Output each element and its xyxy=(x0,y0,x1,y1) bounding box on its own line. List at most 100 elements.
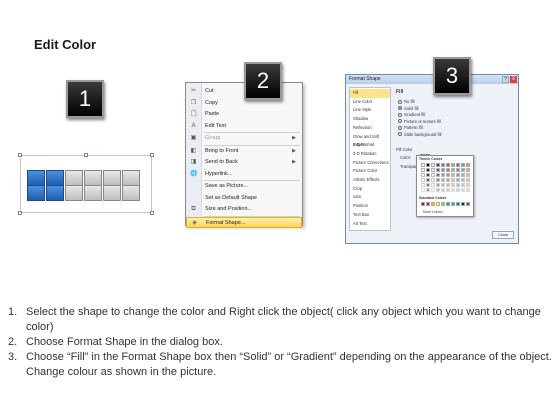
puzzle-piece[interactable] xyxy=(46,170,64,186)
theme-color-swatch[interactable] xyxy=(421,168,425,172)
theme-color-swatch[interactable] xyxy=(441,173,445,177)
theme-color-swatch[interactable] xyxy=(446,168,450,172)
category-item[interactable]: Size xyxy=(350,193,390,202)
theme-color-swatch[interactable] xyxy=(466,183,470,187)
standard-color-swatch[interactable] xyxy=(446,202,450,206)
theme-color-swatch[interactable] xyxy=(456,173,460,177)
theme-color-swatch[interactable] xyxy=(421,163,425,167)
theme-color-swatch[interactable] xyxy=(446,183,450,187)
close-button[interactable]: Close xyxy=(492,231,514,239)
fill-option[interactable]: Gradient fill xyxy=(398,112,425,117)
theme-color-swatch[interactable] xyxy=(466,163,470,167)
puzzle-shape-panel[interactable] xyxy=(18,153,154,215)
selection-handle[interactable] xyxy=(84,153,88,157)
theme-color-swatch[interactable] xyxy=(441,188,445,192)
theme-color-swatch[interactable] xyxy=(426,178,430,182)
category-item[interactable]: Crop xyxy=(350,185,390,194)
fill-option[interactable]: Pattern fill xyxy=(398,125,423,130)
standard-color-swatch[interactable] xyxy=(426,202,430,206)
theme-color-swatch[interactable] xyxy=(426,183,430,187)
menu-item-format-shape[interactable]: ◈ Format Shape... xyxy=(186,216,302,228)
category-item[interactable]: 3-D Format xyxy=(350,141,390,150)
puzzle-piece[interactable] xyxy=(65,185,83,201)
theme-color-swatch[interactable] xyxy=(456,163,460,167)
theme-color-swatch[interactable] xyxy=(456,168,460,172)
theme-color-swatch[interactable] xyxy=(451,183,455,187)
theme-color-swatch[interactable] xyxy=(431,168,435,172)
standard-color-swatch[interactable] xyxy=(451,202,455,206)
theme-color-swatch[interactable] xyxy=(431,188,435,192)
theme-color-swatch[interactable] xyxy=(436,188,440,192)
theme-color-swatch[interactable] xyxy=(466,178,470,182)
theme-color-swatch[interactable] xyxy=(426,163,430,167)
standard-color-swatch[interactable] xyxy=(431,202,435,206)
puzzle-piece[interactable] xyxy=(122,185,140,201)
theme-color-swatch[interactable] xyxy=(421,173,425,177)
menu-item-group[interactable]: ▣ Group ▶ xyxy=(186,133,302,144)
menu-item-bring-to-front[interactable]: ◧ Bring to Front ▶ xyxy=(186,146,302,157)
theme-color-swatch[interactable] xyxy=(421,188,425,192)
theme-color-swatch[interactable] xyxy=(446,178,450,182)
puzzle-piece[interactable] xyxy=(84,185,102,201)
theme-color-swatch[interactable] xyxy=(446,188,450,192)
theme-color-swatch[interactable] xyxy=(421,178,425,182)
standard-color-swatch[interactable] xyxy=(466,202,470,206)
menu-item-set-as-default-shape[interactable]: Set as Default Shape xyxy=(186,193,302,204)
category-item[interactable]: Artistic Effects xyxy=(350,176,390,185)
theme-color-swatch[interactable] xyxy=(426,173,430,177)
theme-color-swatch[interactable] xyxy=(456,178,460,182)
category-item[interactable]: Text Box xyxy=(350,211,390,220)
theme-color-swatch[interactable] xyxy=(451,173,455,177)
theme-color-swatch[interactable] xyxy=(461,163,465,167)
theme-color-swatch[interactable] xyxy=(436,183,440,187)
menu-item-send-to-back[interactable]: ◨ Send to Back ▶ xyxy=(186,157,302,168)
selection-handle[interactable] xyxy=(18,153,22,157)
category-item[interactable]: Picture Color xyxy=(350,167,390,176)
theme-color-swatch[interactable] xyxy=(466,168,470,172)
theme-color-swatch[interactable] xyxy=(441,163,445,167)
fill-option[interactable]: Solid fill xyxy=(398,106,418,111)
theme-color-swatch[interactable] xyxy=(461,188,465,192)
theme-color-swatch[interactable] xyxy=(466,173,470,177)
menu-item-edit-text[interactable]: A Edit Text xyxy=(186,121,302,132)
theme-color-swatch[interactable] xyxy=(451,163,455,167)
theme-color-swatch[interactable] xyxy=(426,188,430,192)
category-item[interactable]: 3-D Rotation xyxy=(350,150,390,159)
fill-option[interactable]: Slide background fill xyxy=(398,132,441,137)
category-item[interactable]: Glow and Soft Edges xyxy=(350,133,390,148)
theme-color-swatch[interactable] xyxy=(431,173,435,177)
theme-color-swatch[interactable] xyxy=(431,163,435,167)
menu-item-save-as-picture[interactable]: Save as Picture... xyxy=(186,181,302,192)
theme-color-swatch[interactable] xyxy=(431,183,435,187)
menu-item-size-and-position[interactable]: ⧉ Size and Position... xyxy=(186,204,302,215)
theme-color-swatch[interactable] xyxy=(441,168,445,172)
puzzle-piece[interactable] xyxy=(65,170,83,186)
theme-color-swatch[interactable] xyxy=(446,173,450,177)
puzzle-piece[interactable] xyxy=(103,170,121,186)
theme-color-swatch[interactable] xyxy=(451,178,455,182)
more-colors-link[interactable]: More Colors... xyxy=(423,210,445,214)
puzzle-piece[interactable] xyxy=(27,185,45,201)
puzzle-piece[interactable] xyxy=(103,185,121,201)
theme-color-swatch[interactable] xyxy=(466,188,470,192)
category-item[interactable]: Fill xyxy=(350,89,390,98)
fill-option[interactable]: No fill xyxy=(398,99,414,104)
theme-color-swatch[interactable] xyxy=(441,178,445,182)
theme-color-swatch[interactable] xyxy=(451,168,455,172)
category-item[interactable]: Picture Corrections xyxy=(350,159,390,168)
standard-color-swatch[interactable] xyxy=(441,202,445,206)
category-item[interactable]: Reflection xyxy=(350,124,390,133)
theme-color-swatch[interactable] xyxy=(441,183,445,187)
selection-handle[interactable] xyxy=(150,211,154,215)
category-item[interactable]: Line Color xyxy=(350,98,390,107)
theme-color-swatch[interactable] xyxy=(451,188,455,192)
theme-color-swatch[interactable] xyxy=(426,168,430,172)
theme-color-swatch[interactable] xyxy=(461,173,465,177)
puzzle-piece[interactable] xyxy=(27,170,45,186)
selection-handle[interactable] xyxy=(18,211,22,215)
theme-color-swatch[interactable] xyxy=(446,163,450,167)
standard-color-swatch[interactable] xyxy=(436,202,440,206)
category-item[interactable]: Shadow xyxy=(350,115,390,124)
fill-option[interactable]: Picture or texture fill xyxy=(398,119,441,124)
menu-item-hyperlink[interactable]: 🌐 Hyperlink... xyxy=(186,169,302,180)
